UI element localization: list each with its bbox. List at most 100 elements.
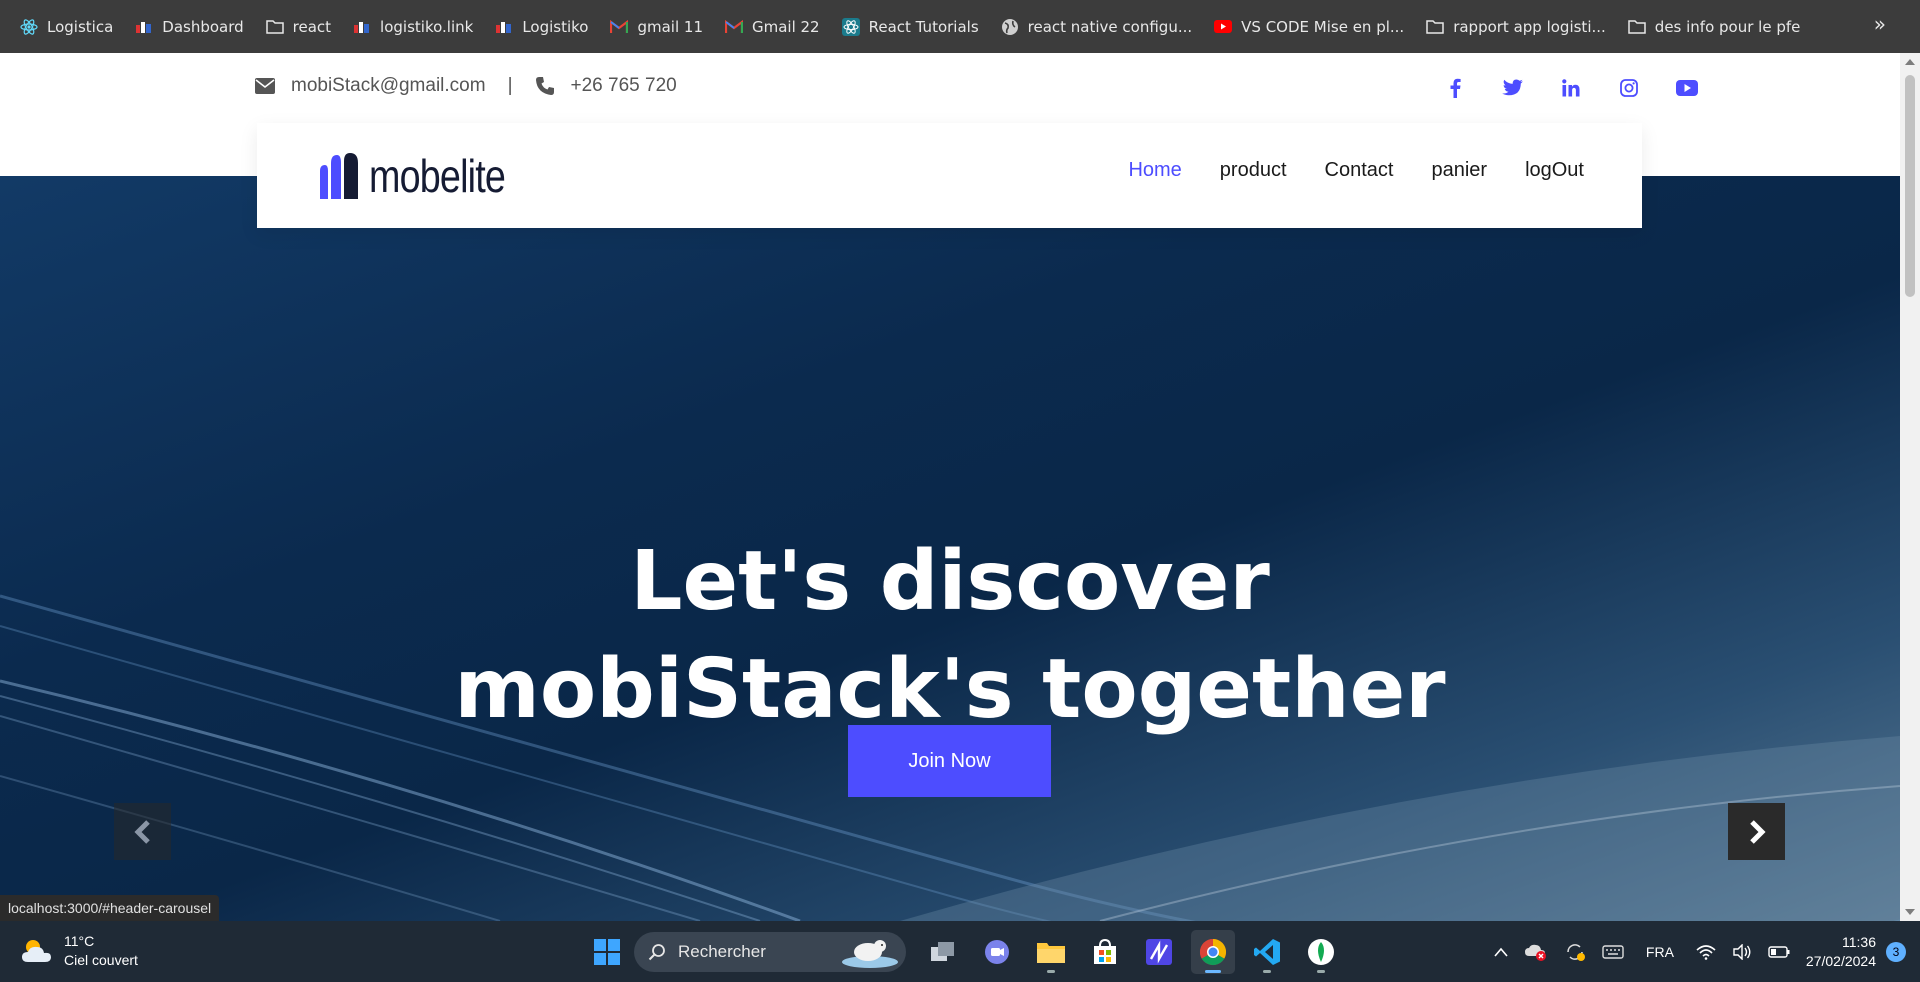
bookmark-logistiko[interactable]: Logistiko (487, 12, 596, 42)
bookmark-react[interactable]: react (258, 12, 339, 42)
bookmark-react-native-config[interactable]: react native configu... (993, 12, 1201, 42)
contact-phone[interactable]: +26 765 720 (571, 75, 677, 97)
instagram-icon[interactable] (1618, 77, 1640, 99)
carousel-next-button[interactable] (1728, 803, 1785, 860)
bookmark-label: gmail 11 (637, 17, 703, 36)
bookmark-label: Logistica (47, 17, 114, 36)
web-page: mobiStack@gmail.com | +26 765 720 Let's … (0, 53, 1900, 921)
windows-taskbar: 11°C Ciel couvert Rechercher FRA 11:36 2… (0, 921, 1920, 982)
social-links (1408, 77, 1698, 99)
bookmark-vscode-video[interactable]: VS CODE Mise en pl... (1206, 12, 1412, 42)
react-icon (841, 17, 860, 36)
contact-email[interactable]: mobiStack@gmail.com (291, 75, 486, 97)
hero-headline: Let's discover mobiStack's together (0, 528, 1900, 744)
onedrive-error-icon[interactable] (1524, 942, 1548, 962)
logo-mark-icon (320, 153, 358, 199)
phone-icon (535, 76, 557, 96)
keyboard-icon[interactable] (1602, 944, 1624, 959)
vscode-app[interactable] (1245, 930, 1289, 974)
nav-product[interactable]: product (1220, 159, 1287, 182)
scroll-up-icon[interactable] (1905, 59, 1915, 65)
chevron-up-icon[interactable] (1494, 947, 1508, 957)
bookmark-rapport[interactable]: rapport app logisti... (1418, 12, 1614, 42)
chrome-app[interactable] (1191, 930, 1235, 974)
gmail-icon (724, 18, 743, 36)
bookmark-logistiko-link[interactable]: logistiko.link (345, 12, 481, 42)
join-now-button[interactable]: Join Now (848, 725, 1051, 797)
mongodb-compass-app[interactable] (1299, 930, 1343, 974)
nav-contact[interactable]: Contact (1325, 159, 1394, 182)
search-icon (648, 944, 665, 961)
envelope-icon (255, 76, 277, 96)
header-carousel: Let's discover mobiStack's together (0, 176, 1900, 921)
taskbar-search[interactable]: Rechercher (634, 932, 906, 972)
chrome-icon (1199, 938, 1227, 966)
teams-chat-icon (985, 940, 1009, 964)
bookmark-logistica[interactable]: Logistica (12, 12, 121, 42)
bookmark-label: Dashboard (162, 17, 244, 36)
microsoft-store-app[interactable] (1083, 930, 1127, 974)
sync-icon[interactable] (1564, 942, 1586, 962)
chevron-left-icon (133, 819, 150, 844)
task-view-button[interactable] (921, 930, 965, 974)
system-tray: FRA 11:36 27/02/2024 3 (1486, 921, 1920, 982)
system-clock[interactable]: 11:36 27/02/2024 (1806, 933, 1876, 971)
bookmark-gmail-11[interactable]: gmail 11 (602, 12, 711, 42)
search-placeholder: Rechercher (678, 942, 766, 961)
store-icon (1094, 938, 1116, 964)
facebook-icon[interactable] (1444, 77, 1466, 99)
scrollbar-thumb[interactable] (1905, 75, 1915, 297)
battery-icon[interactable] (1768, 945, 1790, 958)
nav-home[interactable]: Home (1128, 159, 1181, 182)
windows-icon (594, 939, 620, 965)
weather-temperature: 11°C (64, 933, 95, 949)
site-logo[interactable]: mobelite (319, 149, 535, 203)
start-button[interactable] (585, 930, 629, 974)
bookmark-label: Gmail 22 (751, 17, 820, 36)
bookmarks-bar: Logistica Dashboard react logistiko.link… (0, 0, 1920, 53)
folder-icon (265, 18, 284, 36)
nav-logout[interactable]: logOut (1525, 159, 1584, 182)
running-indicator (1205, 970, 1221, 973)
bookmark-react-tutorials[interactable]: React Tutorials (834, 12, 987, 42)
file-explorer-app[interactable] (1029, 930, 1073, 974)
youtube-icon (1214, 18, 1233, 36)
page-scrollbar[interactable] (1900, 53, 1920, 921)
bookmark-label: VS CODE Mise en pl... (1241, 17, 1405, 36)
carousel-prev-button[interactable] (114, 803, 171, 860)
more-bookmarks-icon[interactable]: » (1874, 12, 1886, 36)
logo-text: mobelite (369, 150, 506, 202)
site-icon (495, 18, 513, 36)
nav-panier[interactable]: panier (1431, 159, 1487, 182)
notification-badge[interactable]: 3 (1886, 941, 1906, 962)
mongodb-leaf-icon (1308, 939, 1334, 965)
bookmark-pfe-info[interactable]: des info pour le pfe (1620, 12, 1809, 42)
language-indicator[interactable]: FRA (1646, 944, 1674, 960)
dev-tool-app[interactable] (1137, 930, 1181, 974)
linkedin-icon[interactable] (1560, 77, 1582, 99)
react-icon (20, 18, 38, 36)
site-icon (353, 18, 371, 36)
volume-icon[interactable] (1732, 943, 1752, 960)
youtube-icon[interactable] (1676, 77, 1698, 99)
site-icon (135, 18, 153, 36)
wifi-icon[interactable] (1696, 944, 1716, 960)
nav-links: Home product Contact panier logOut (1090, 159, 1584, 182)
teams-app[interactable] (975, 930, 1019, 974)
running-indicator (1047, 970, 1055, 973)
clock-time: 11:36 (1842, 933, 1876, 950)
weather-widget[interactable]: 11°C Ciel couvert (20, 932, 138, 970)
bookmark-label: react (292, 17, 332, 36)
clock-date: 27/02/2024 (1805, 952, 1876, 969)
folder-icon (1628, 18, 1646, 36)
bookmark-label: Logistiko (522, 17, 589, 36)
app-tile-icon (1146, 939, 1172, 965)
folder-icon (1037, 943, 1065, 963)
twitter-icon[interactable] (1502, 77, 1524, 99)
hero-headline-line1: Let's discover (630, 534, 1270, 629)
bookmark-label: des info pour le pfe (1654, 17, 1801, 36)
bookmark-dashboard[interactable]: Dashboard (127, 12, 251, 42)
bookmark-label: react native configu... (1027, 17, 1193, 36)
bookmark-gmail-22[interactable]: Gmail 22 (717, 12, 828, 42)
scroll-down-icon[interactable] (1905, 909, 1915, 915)
